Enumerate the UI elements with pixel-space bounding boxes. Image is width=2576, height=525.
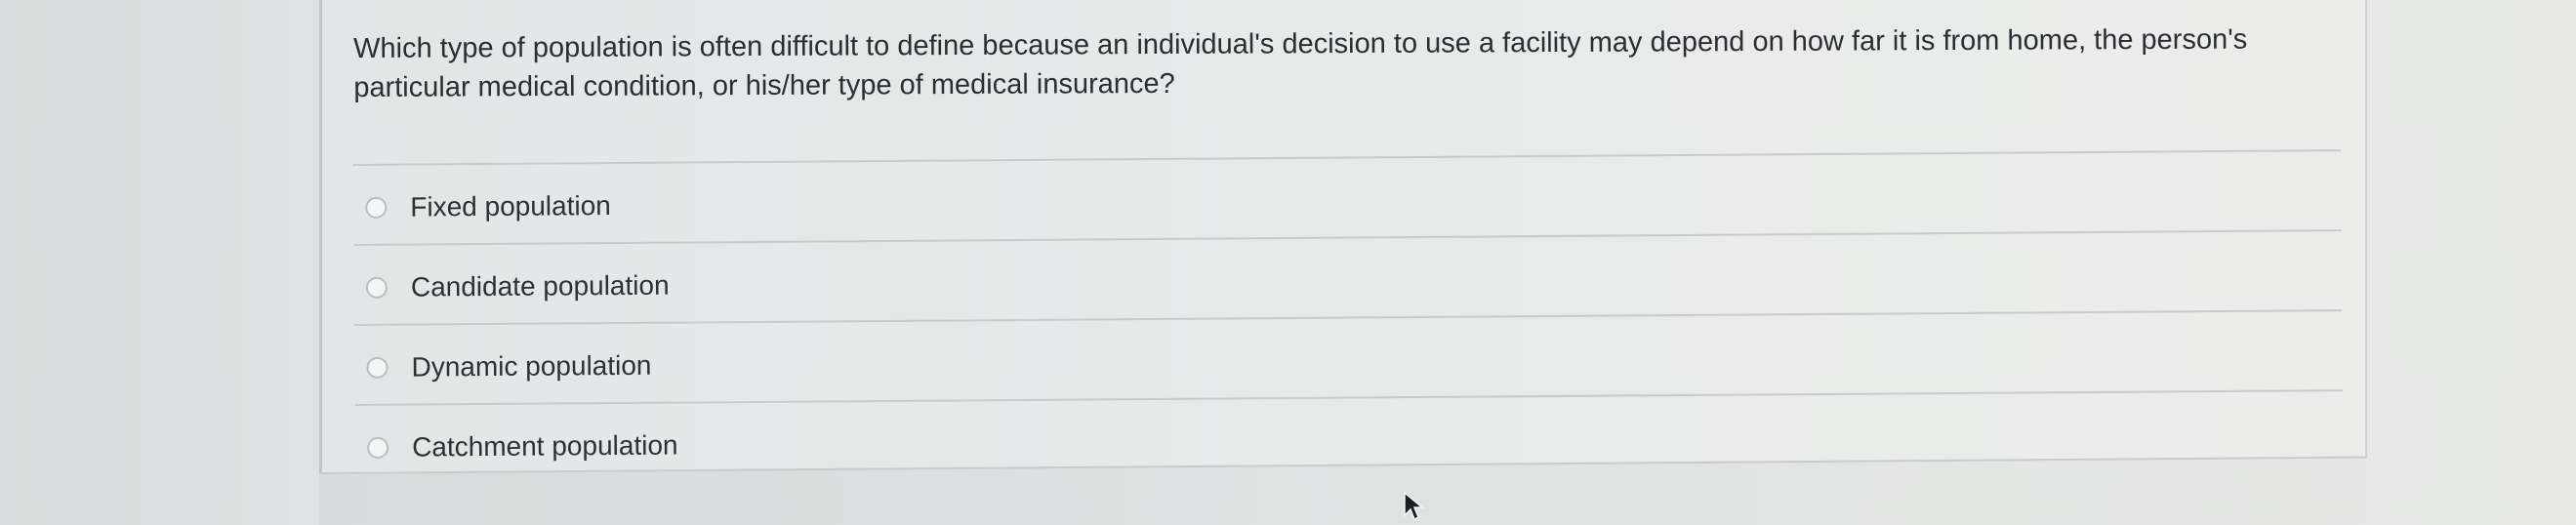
mouse-pointer-icon: [1404, 492, 1424, 521]
question-text: Which type of population is often diffic…: [353, 23, 2248, 103]
radio-button-dynamic[interactable]: [366, 356, 388, 379]
option-row-catchment[interactable]: Catchment population: [354, 389, 2344, 484]
option-label-candidate[interactable]: Candidate population: [411, 270, 670, 303]
option-label-dynamic[interactable]: Dynamic population: [411, 350, 651, 384]
radio-button-fixed[interactable]: [365, 196, 388, 219]
left-gutter: [0, 0, 319, 525]
radio-button-candidate[interactable]: [365, 276, 388, 299]
option-row-candidate[interactable]: Candidate population: [353, 229, 2343, 324]
option-row-fixed[interactable]: Fixed population: [353, 149, 2342, 244]
option-row-dynamic[interactable]: Dynamic population: [354, 309, 2343, 404]
option-label-catchment[interactable]: Catchment population: [412, 430, 678, 464]
radio-button-catchment[interactable]: [367, 436, 389, 459]
answer-options: Fixed population Candidate population Dy…: [353, 149, 2344, 484]
option-label-fixed[interactable]: Fixed population: [410, 190, 611, 223]
